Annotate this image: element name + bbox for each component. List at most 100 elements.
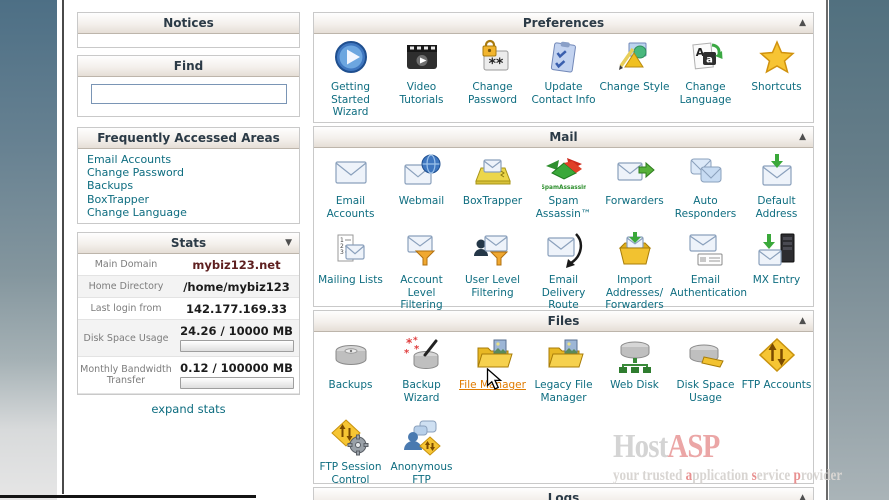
find-title: Find [174, 59, 203, 73]
find-header: Find [78, 56, 299, 77]
app-item-getting-started-wizard[interactable]: Getting Started Wizard [315, 37, 386, 119]
app-item-backups[interactable]: Backups [315, 335, 386, 392]
app-item-email-delivery-route[interactable]: Email Delivery Route [528, 230, 599, 312]
app-item-file-manager[interactable]: File Manager [457, 335, 528, 392]
icon-row: Getting Started WizardVideo Tutorials ** C… [314, 34, 813, 119]
app-item-forwarders[interactable]: Forwarders [599, 151, 670, 208]
stat-value-text: /home/mybiz123 [174, 280, 299, 294]
forwarders-icon [599, 151, 670, 193]
app-item-label: Change Password [457, 81, 528, 106]
app-item-boxtrapper[interactable]: BoxTrapper [457, 151, 528, 208]
app-item-disk-space-usage[interactable]: Disk Space Usage [670, 335, 741, 404]
frequently-accessed-header: Frequently Accessed Areas [78, 128, 299, 149]
app-item-mx-entry[interactable]: MX Entry [741, 230, 812, 287]
app-item-label: Account Level Filtering [386, 274, 457, 312]
app-item-label: Email Authentication [670, 274, 741, 299]
stats-title: Stats [171, 236, 206, 250]
app-item-label: Update Contact Info [528, 81, 599, 106]
chevron-down-icon[interactable]: ▼ [285, 233, 292, 253]
mailing-lists-icon: 123 [315, 230, 386, 272]
update-contact-icon [528, 37, 599, 79]
app-item-import-addresses-forwarders[interactable]: Import Addresses/ Forwarders [599, 230, 670, 312]
app-item-label: Webmail [386, 195, 457, 208]
svg-text:**: ** [488, 56, 503, 72]
app-item-change-language[interactable]: AaChange Language [670, 37, 741, 106]
app-item-email-authentication[interactable]: Email Authentication [670, 230, 741, 299]
app-item-anonymous-ftp[interactable]: Anonymous FTP [386, 417, 457, 486]
spam-assassin-icon: SpamAssassin [528, 151, 599, 193]
stats-panel: Stats ▼ Main Domainmybiz123.netHome Dire… [77, 232, 300, 395]
svg-text:SpamAssassin: SpamAssassin [542, 185, 586, 191]
sidebar-link-change-password[interactable]: Change Password [87, 166, 299, 179]
shortcuts-icon [741, 37, 812, 79]
main-sections: Preferences ▲ Getting Started WizardVideo … [313, 12, 814, 500]
section-files: Files ▲ Backups****Backup WizardFile Manag… [313, 310, 814, 484]
file-manager-icon [457, 335, 528, 377]
app-item-account-level-filtering[interactable]: Account Level Filtering [386, 230, 457, 312]
right-divider-line [826, 0, 828, 500]
app-item-label: Change Language [670, 81, 741, 106]
stats-header[interactable]: Stats ▼ [78, 233, 299, 254]
stat-label: Disk Space Usage [78, 331, 174, 346]
stat-value: 142.177.169.33 [174, 302, 299, 316]
app-item-label: Web Disk [599, 379, 670, 392]
section-header-mail[interactable]: Mail▲ [314, 127, 813, 148]
stat-value-text: 24.26 / 10000 MB [174, 324, 299, 338]
app-item-shortcuts[interactable]: Shortcuts [741, 37, 812, 94]
section-preferences: Preferences ▲ Getting Started WizardVideo … [313, 12, 814, 123]
app-item-change-style[interactable]: Change Style [599, 37, 670, 94]
app-item-ftp-session-control[interactable]: FTP Session Control [315, 417, 386, 486]
bottom-edge-line [0, 495, 256, 498]
sidebar-link-boxtrapper[interactable]: BoxTrapper [87, 193, 299, 206]
app-item-label: Mailing Lists [315, 274, 386, 287]
app-item-web-disk[interactable]: Web Disk [599, 335, 670, 392]
app-item-change-password[interactable]: ** Change Password [457, 37, 528, 106]
frequently-accessed-title: Frequently Accessed Areas [97, 131, 280, 145]
svg-text:*: * [404, 348, 410, 359]
svg-text:a: a [706, 55, 713, 66]
section-title: Files [548, 314, 580, 328]
notices-title: Notices [163, 16, 214, 30]
app-item-label: Video Tutorials [386, 81, 457, 106]
app-item-label: FTP Accounts [741, 379, 812, 392]
app-item-legacy-file-manager[interactable]: Legacy File Manager [528, 335, 599, 404]
legacy-file-manager-icon [528, 335, 599, 377]
app-item-update-contact-info[interactable]: Update Contact Info [528, 37, 599, 106]
web-disk-icon [599, 335, 670, 377]
stat-row-main-domain: Main Domainmybiz123.net [78, 254, 299, 276]
app-item-label: FTP Session Control [315, 461, 386, 486]
section-header-files[interactable]: Files ▲ [314, 311, 813, 332]
app-item-email-accounts[interactable]: Email Accounts [315, 151, 386, 220]
stat-value: mybiz123.net [174, 258, 299, 272]
section-body: Getting Started WizardVideo Tutorials ** C… [314, 34, 813, 122]
app-item-auto-responders[interactable]: Auto Responders [670, 151, 741, 220]
app-item-spam-assassin[interactable]: SpamAssassin Spam Assassin™ [528, 151, 599, 220]
sidebar-link-email-accounts[interactable]: Email Accounts [87, 153, 299, 166]
find-search-input[interactable] [91, 84, 287, 104]
section-header-logs[interactable]: Logs▲ [314, 488, 813, 500]
section-title: Preferences [523, 16, 604, 30]
app-item-backup-wizard[interactable]: ****Backup Wizard [386, 335, 457, 404]
sidebar-link-change-language[interactable]: Change Language [87, 206, 299, 219]
app-item-user-level-filtering[interactable]: User Level Filtering [457, 230, 528, 299]
stat-value: 0.12 / 100000 MB [174, 361, 299, 389]
notices-panel: Notices [77, 12, 300, 48]
change-style-icon [599, 37, 670, 79]
sidebar-link-backups[interactable]: Backups [87, 179, 299, 192]
app-item-label: Spam Assassin™ [528, 195, 599, 220]
app-item-label: Import Addresses/ Forwarders [599, 274, 670, 312]
app-item-label: Getting Started Wizard [315, 81, 386, 119]
app-item-webmail[interactable]: Webmail [386, 151, 457, 208]
chevron-up-icon[interactable]: ▲ [799, 488, 806, 500]
change-password-icon: ** [457, 37, 528, 79]
app-item-default-address[interactable]: Default Address [741, 151, 812, 220]
find-body [78, 84, 299, 116]
chevron-up-icon[interactable]: ▲ [799, 13, 806, 33]
section-header-preferences[interactable]: Preferences ▲ [314, 13, 813, 34]
expand-stats-link[interactable]: expand stats [77, 402, 300, 416]
chevron-up-icon[interactable]: ▲ [799, 127, 806, 147]
chevron-up-icon[interactable]: ▲ [799, 311, 806, 331]
app-item-mailing-lists[interactable]: 123 Mailing Lists [315, 230, 386, 287]
app-item-ftp-accounts[interactable]: FTP Accounts [741, 335, 812, 392]
app-item-video-tutorials[interactable]: Video Tutorials [386, 37, 457, 106]
